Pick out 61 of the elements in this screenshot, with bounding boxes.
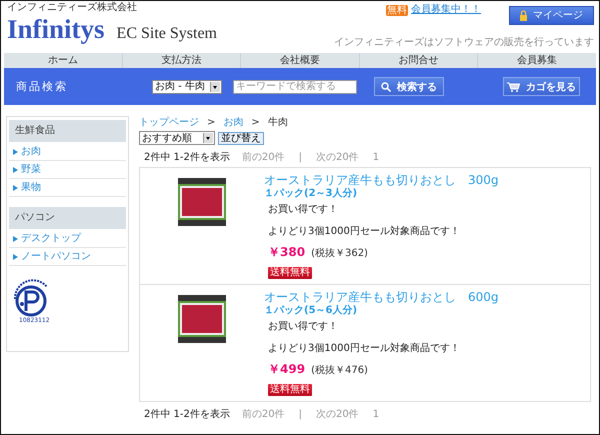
product-name-link[interactable]: オーストラリア産牛もも切りおとし 300g — [264, 173, 499, 187]
pager-divider: | — [298, 151, 302, 165]
tax-excluded-price: (税抜￥476) — [311, 364, 368, 377]
sort-select[interactable]: おすすめ順 — [139, 131, 215, 145]
site-logo: Infinitys — [7, 15, 105, 43]
sidebar-link[interactable]: ノートパソコン — [9, 249, 126, 266]
result-count: 2件中 1-2件を表示 — [144, 408, 230, 422]
breadcrumb-current: 牛肉 — [268, 117, 288, 129]
bullet-icon — [13, 236, 18, 242]
bullet-icon — [13, 185, 18, 191]
sidebar-link[interactable]: お肉 — [9, 144, 126, 161]
bullet-icon — [13, 254, 18, 260]
breadcrumb-link[interactable]: お肉 — [223, 117, 244, 129]
breadcrumb-separator: > — [251, 117, 260, 129]
product-photo-placeholder[interactable] — [178, 178, 226, 226]
member-link[interactable]: 会員募集中！！ — [411, 4, 481, 16]
product-photo-placeholder[interactable] — [178, 295, 226, 343]
company-name: インフィニティーズ株式会社 — [7, 2, 138, 13]
cart-icon — [507, 82, 520, 92]
pack-size: １パック(2～3人分) — [264, 187, 358, 200]
search-button[interactable]: 検索する — [374, 77, 444, 96]
page-number-link[interactable]: 1 — [372, 150, 380, 165]
product-price: ￥380 — [268, 244, 306, 261]
prev-page-link[interactable]: 前の20件 — [242, 407, 285, 422]
mypage-button[interactable]: マイページ — [509, 6, 594, 25]
prev-page-link[interactable]: 前の20件 — [242, 150, 285, 165]
result-count: 2件中 1-2件を表示 — [144, 150, 230, 165]
search-icon — [381, 82, 391, 92]
category-heading: 生鮮食品 — [9, 120, 126, 142]
product-name-link[interactable]: オーストラリア産牛もも切りおとし 600g — [264, 290, 499, 304]
pager-divider: | — [298, 408, 302, 422]
product-price: ￥499 — [268, 361, 306, 378]
free-shipping-badge: 送料無料 — [268, 384, 312, 396]
breadcrumb-link[interactable]: トップページ — [139, 117, 199, 129]
sidebar-link[interactable]: 野菜 — [9, 162, 126, 179]
bullet-icon — [13, 167, 18, 173]
product-description: お買い得です！ — [268, 204, 338, 216]
next-page-link[interactable]: 次の20件 — [316, 150, 359, 165]
page-number-link[interactable]: 1 — [372, 407, 380, 422]
category-heading: パソコン — [9, 207, 126, 229]
site-subtitle: EC Site System — [116, 25, 217, 43]
lock-icon — [519, 10, 528, 21]
tagline: インフィニティーズはソフトウェアの販売を行っています — [334, 37, 594, 48]
sidebar-link[interactable]: デスクトップ — [9, 231, 126, 248]
breadcrumb-separator: > — [207, 117, 216, 129]
next-page-link[interactable]: 次の20件 — [316, 407, 359, 422]
pack-size: １パック(5～6人分) — [264, 304, 358, 317]
product-description: よりどり3個1000円セール対象商品です！ — [268, 343, 460, 355]
search-title: 商品検索 — [16, 79, 69, 94]
nav-link[interactable]: 会員募集 — [478, 53, 596, 68]
sidebar-link[interactable]: 果物 — [9, 180, 126, 197]
tax-excluded-price: (税抜￥362) — [311, 246, 368, 260]
product-description: お買い得です！ — [268, 321, 338, 333]
bullet-icon — [13, 149, 18, 155]
free-shipping-badge: 送料無料 — [268, 267, 312, 279]
sort-button[interactable]: 並び替え — [218, 132, 264, 144]
category-select[interactable]: お肉 - 牛肉 — [152, 80, 222, 94]
product-description: よりどり3個1000円セール対象商品です！ — [268, 226, 460, 238]
cart-button[interactable]: カゴを見る — [503, 77, 580, 96]
keyword-field[interactable]: キーワードで検索する — [233, 80, 357, 94]
free-badge: 無料 — [386, 4, 408, 16]
